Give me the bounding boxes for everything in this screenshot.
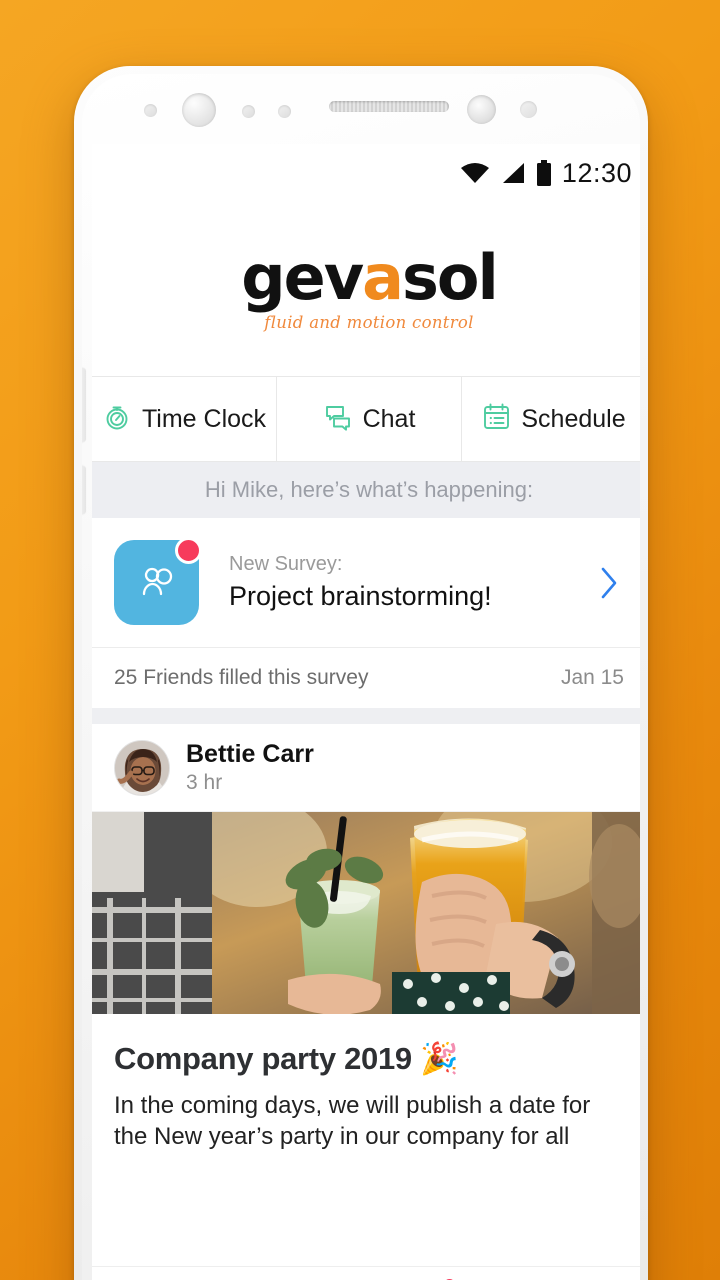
chat-bubbles-icon [323,403,353,436]
survey-title: Project brainstorming! [229,581,492,611]
led-indicator-icon [520,101,537,118]
tab-schedule[interactable]: Schedule [462,377,640,461]
survey-kicker: New Survey: [229,553,343,575]
brand-tagline: fluid and motion control [264,312,474,332]
volume-down-button[interactable] [82,466,86,514]
bottom-navigation-bar: Feed Assets [92,1266,640,1280]
post-title: Company party 2019 🎉 [114,1041,459,1076]
tab-chat-label: Chat [362,404,416,433]
feed-section-divider [92,708,640,724]
wifi-icon [460,161,490,185]
post-timestamp: 3 hr [186,770,223,794]
earpiece-speaker-icon [329,101,449,112]
chevron-right-icon[interactable] [594,566,624,600]
light-sensor-icon [242,105,255,118]
post-header: Bettie Carr 3 hr [92,724,640,812]
brand-wordmark: gevasol [241,246,498,309]
stopwatch-icon [102,402,132,437]
proximity-sensor-icon [144,104,157,117]
survey-unread-badge [175,537,202,564]
cellular-signal-icon [500,161,526,185]
post-text: In the coming days, we will publish a da… [114,1092,591,1150]
survey-meta-row: 25 Friends filled this survey Jan 15 [92,648,640,708]
secondary-camera-icon [467,95,496,124]
tab-schedule-label: Schedule [521,404,626,433]
survey-participants-text: 25 Friends filled this survey [114,666,369,689]
status-bar-clock: 12:30 [561,157,632,188]
post-author-block: Bettie Carr 3 hr [186,740,314,795]
brand-logo-area: gevasol fluid and motion control [92,202,640,376]
volume-up-button[interactable] [82,368,86,442]
post-photo[interactable] [92,812,640,1014]
tab-time-clock[interactable]: Time Clock [92,377,277,461]
wordmark-accent-letter: a [362,240,404,314]
wordmark-part-1: gev [241,240,364,314]
phone-bezel: 12:30 gevasol fluid and motion control T… [82,74,640,1280]
calendar-icon [482,402,511,437]
tab-chat[interactable]: Chat [277,377,462,461]
status-bar: 12:30 [92,144,640,202]
post-author-name: Bettie Carr [186,740,314,769]
quick-action-tabs: Time Clock Chat Schedule [92,376,640,462]
survey-text-block: New Survey: Project brainstorming! [199,553,594,612]
survey-card[interactable]: New Survey: Project brainstorming! [92,518,640,648]
phone-device-frame: 12:30 gevasol fluid and motion control T… [74,66,648,1280]
app-screen: 12:30 gevasol fluid and motion control T… [92,144,640,1280]
wordmark-part-2: sol [401,240,499,314]
user-avatar[interactable] [114,739,170,796]
post-body: Company party 2019 🎉 In the coming days,… [92,1014,640,1266]
greeting-banner: Hi Mike, here’s what’s happening: [92,462,640,518]
survey-icon-container [114,537,202,625]
tab-time-clock-label: Time Clock [141,404,267,433]
front-camera-icon [182,93,216,127]
iris-sensor-icon [278,105,291,118]
battery-icon [536,160,552,186]
phone-top-bezel [82,74,640,142]
survey-date: Jan 15 [560,666,624,689]
